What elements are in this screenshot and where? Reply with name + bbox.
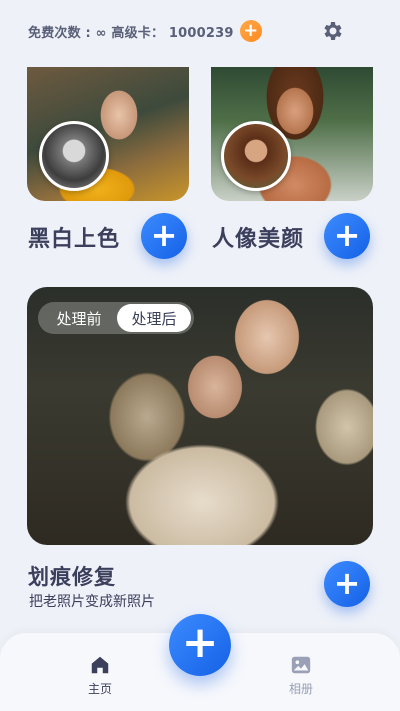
home-icon xyxy=(91,656,109,674)
gear-icon xyxy=(324,22,342,40)
scratch-repair-subtitle: 把老照片变成新照片 xyxy=(29,594,155,610)
plus-icon: + xyxy=(333,563,361,602)
plus-icon: + xyxy=(243,20,259,41)
nav-home-label: 主页 xyxy=(87,682,112,696)
beautify-before-avatar xyxy=(221,121,291,191)
plus-icon: + xyxy=(181,617,219,668)
before-after-toggle[interactable]: 处理前 处理后 xyxy=(38,302,194,334)
nav-album-label: 相册 xyxy=(288,682,313,696)
nav-album[interactable]: 相册 xyxy=(281,654,321,697)
plus-icon: + xyxy=(333,215,361,254)
status-row: 免费次数 : ∞ 高级卡： 1000239 + xyxy=(28,18,262,44)
plus-icon: + xyxy=(150,215,178,254)
nav-home[interactable]: 主页 xyxy=(80,654,120,697)
settings-button[interactable] xyxy=(320,19,344,43)
scratch-repair-title: 划痕修复 xyxy=(28,565,116,589)
toggle-before[interactable]: 处理前 xyxy=(41,304,117,332)
toggle-after[interactable]: 处理后 xyxy=(117,304,191,332)
scratch-repair-add-button[interactable]: + xyxy=(324,561,370,607)
beautify-add-button[interactable]: + xyxy=(324,213,370,259)
colorize-before-avatar xyxy=(39,121,109,191)
beautify-title: 人像美颜 xyxy=(212,227,305,252)
usage-status-text: 免费次数 : ∞ 高级卡： 1000239 xyxy=(28,25,234,41)
colorize-add-button[interactable]: + xyxy=(141,213,187,259)
center-add-button[interactable]: + xyxy=(169,614,231,676)
colorize-title: 黑白上色 xyxy=(28,227,121,252)
add-premium-button[interactable]: + xyxy=(239,20,262,42)
image-icon xyxy=(291,656,311,674)
